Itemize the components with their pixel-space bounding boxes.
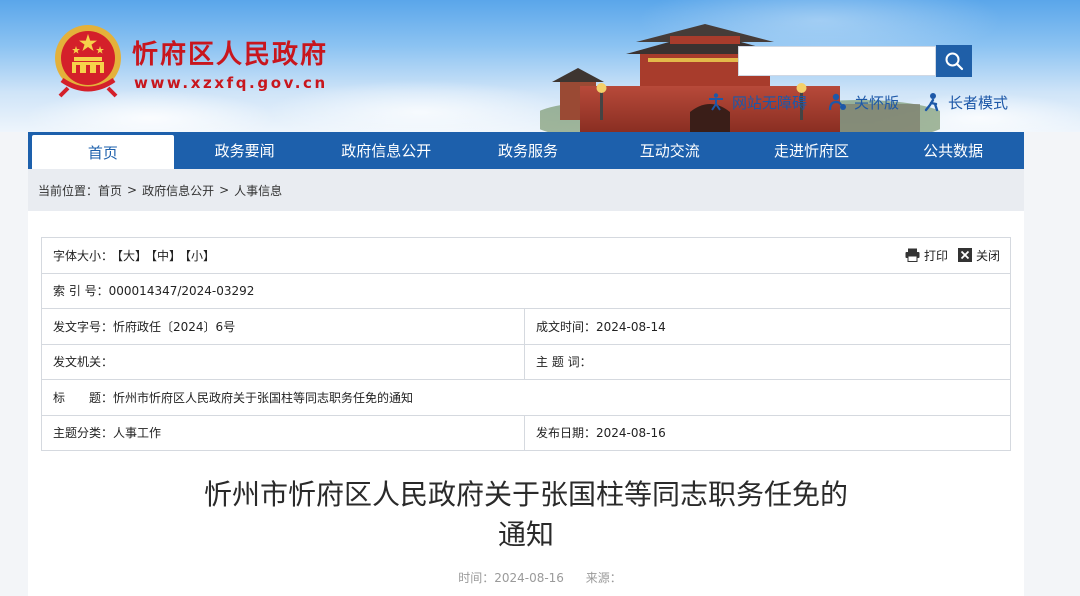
nav-item-gov-services[interactable]: 政务服务 (457, 132, 599, 169)
font-size-controls: 字体大小： 【大】 【中】 【小】 (53, 247, 215, 264)
nav-item-info-disclosure[interactable]: 政府信息公开 (315, 132, 457, 169)
created-date-label: 成文时间： (536, 319, 597, 334)
document-title: 忻州市忻府区人民政府关于张国柱等同志职务任免的 通知 (28, 475, 1024, 555)
search-button[interactable] (936, 45, 972, 77)
elder-mode-link[interactable]: 长者模式 (922, 91, 1008, 113)
nav-item-home[interactable]: 首页 (32, 135, 174, 169)
breadcrumb-separator: > (219, 183, 230, 197)
nav-item-interaction[interactable]: 互动交流 (599, 132, 741, 169)
close-icon (957, 248, 972, 263)
index-number-label: 索 引 号： (53, 284, 109, 299)
main-nav: 首页 政务要闻 政府信息公开 政务服务 互动交流 走进忻府区 公共数据 (28, 132, 1024, 169)
font-small-button[interactable]: 【小】 (185, 249, 215, 263)
search-icon (945, 52, 964, 71)
breadcrumb-prefix: 当前位置： (38, 183, 99, 198)
created-date-value: 2024-08-14 (596, 319, 666, 334)
site-name: 忻府区人民政府 (132, 40, 329, 70)
elder-mode-icon (924, 93, 939, 112)
breadcrumb-separator: > (127, 183, 138, 197)
nav-item-gov-news[interactable]: 政务要闻 (174, 132, 316, 169)
table-row: 发文字号：忻府政任〔2024〕6号 成文时间：2024-08-14 (41, 308, 1011, 345)
table-row: 发文机关： 主 题 词： (41, 343, 1011, 380)
table-row: 标 题：忻州市忻府区人民政府关于张国柱等同志职务任免的通知 (41, 379, 1011, 416)
close-label: 关闭 (975, 248, 1000, 263)
published-date-value: 2024-08-16 (596, 426, 666, 441)
search-input[interactable] (738, 46, 936, 76)
document-meta: 时间：2024-08-16 来源： (0, 569, 1080, 586)
close-button[interactable]: 关闭 (957, 247, 1000, 264)
font-medium-button[interactable]: 【中】 (151, 249, 181, 263)
source-label: 来源： (585, 571, 622, 585)
font-size-label: 字体大小： (53, 248, 114, 263)
document-info-table: 字体大小： 【大】 【中】 【小】 打印 关闭 索 引 号：000014347/… (41, 237, 1011, 451)
category-value: 人事工作 (113, 426, 162, 441)
issuer-label: 发文机关： (53, 355, 114, 370)
print-actions: 打印 关闭 (905, 247, 1000, 264)
breadcrumb-personnel-info[interactable]: 人事信息 (234, 182, 282, 199)
care-mode-link[interactable]: 关怀版 (828, 91, 899, 113)
breadcrumb-info-disclosure[interactable]: 政府信息公开 (142, 182, 214, 199)
time-label: 时间： (458, 571, 495, 585)
site-url: www.xzxfq.gov.cn (134, 74, 328, 92)
nav-item-public-data[interactable]: 公共数据 (882, 132, 1024, 169)
national-emblem-icon (55, 25, 121, 98)
table-row: 字体大小： 【大】 【中】 【小】 打印 关闭 (41, 237, 1011, 274)
breadcrumb: 当前位置： 首页 > 政府信息公开 > 人事信息 (28, 169, 1024, 211)
document-title-line-2: 通知 (497, 518, 554, 551)
doc-number-label: 发文字号： (53, 319, 114, 334)
accessibility-link[interactable]: 网站无障碍 (706, 91, 807, 113)
care-mode-label: 关怀版 (854, 93, 900, 112)
table-row: 索 引 号：000014347/2024-03292 (41, 272, 1011, 309)
print-label: 打印 (923, 248, 948, 263)
time-value: 2024-08-16 (494, 571, 564, 585)
index-number-value: 000014347/2024-03292 (108, 284, 255, 299)
breadcrumb-home[interactable]: 首页 (98, 182, 122, 199)
table-row: 主题分类：人事工作 发布日期：2024-08-16 (41, 414, 1011, 451)
keywords-label: 主 题 词： (536, 355, 592, 370)
elder-mode-label: 长者模式 (948, 93, 1009, 112)
nav-item-about-xinfu[interactable]: 走进忻府区 (741, 132, 883, 169)
title-value: 忻州市忻府区人民政府关于张国柱等同志职务任免的通知 (113, 390, 414, 405)
care-mode-icon (828, 93, 846, 111)
city-gate-illustration (540, 24, 940, 132)
article-content: 字体大小： 【大】 【中】 【小】 打印 关闭 索 引 号：000014347/… (28, 211, 1024, 596)
title-label: 标 题： (53, 390, 114, 405)
published-date-label: 发布日期： (536, 426, 597, 441)
print-button[interactable]: 打印 (905, 247, 948, 264)
document-title-line-1: 忻州市忻府区人民政府关于张国柱等同志职务任免的 (203, 478, 848, 511)
site-header: 忻府区人民政府 www.xzxfq.gov.cn 网站无障碍 关怀版 长者模式 (0, 0, 1080, 132)
accessibility-label: 网站无障碍 (732, 93, 808, 112)
printer-icon (905, 248, 920, 263)
accessibility-icon (709, 93, 723, 111)
category-label: 主题分类： (53, 426, 114, 441)
doc-number-value: 忻府政任〔2024〕6号 (113, 319, 236, 334)
font-large-button[interactable]: 【大】 (117, 249, 147, 263)
